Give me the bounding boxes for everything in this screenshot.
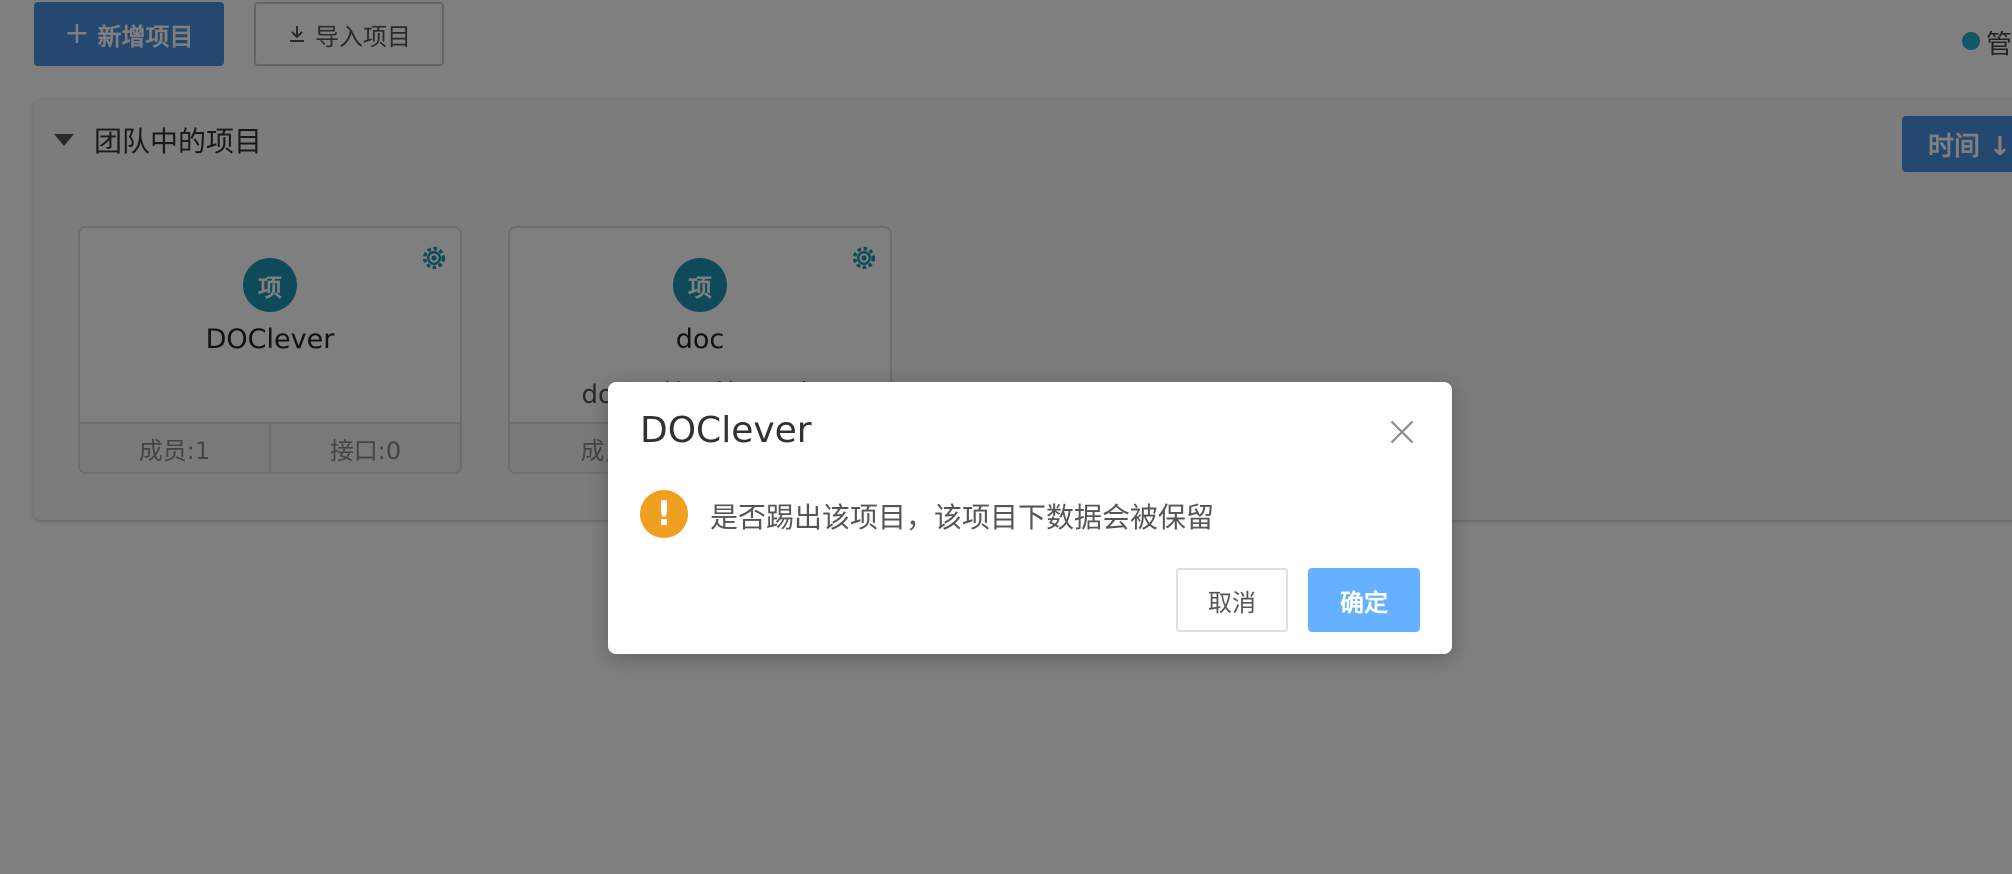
confirm-button[interactable]: 确定 <box>1308 568 1420 632</box>
dialog-title: DOClever <box>640 410 812 451</box>
dialog-message: 是否踢出该项目，该项目下数据会被保留 <box>710 501 1215 534</box>
warning-icon: ! <box>640 490 688 538</box>
close-icon[interactable] <box>1388 418 1416 446</box>
confirm-dialog: DOClever ! 是否踢出该项目，该项目下数据会被保留 取消 确定 <box>608 382 1452 654</box>
cancel-button[interactable]: 取消 <box>1176 568 1288 632</box>
